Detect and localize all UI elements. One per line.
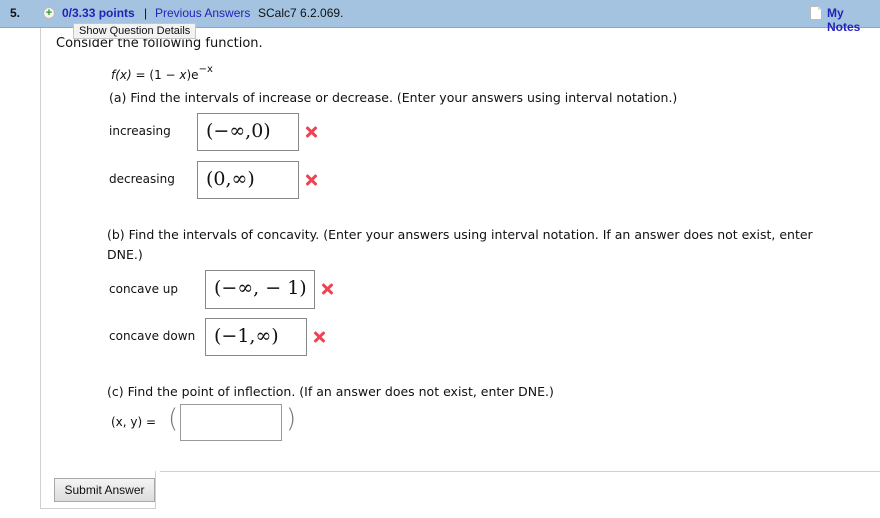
incorrect-x-icon (305, 126, 317, 138)
left-border-divider (40, 28, 41, 508)
inflection-point-input[interactable] (180, 404, 282, 441)
decreasing-label: decreasing (109, 172, 175, 186)
close-paren: ) (286, 404, 297, 434)
open-paren: ( (168, 404, 179, 434)
increasing-answer-input[interactable]: (−∞,0) (197, 113, 299, 151)
concave-down-answer-input[interactable]: (−1,∞) (205, 318, 307, 356)
xy-label: (x, y) = (111, 415, 157, 429)
concave-up-answer-input[interactable]: (−∞, − 1) (205, 270, 315, 309)
part-b-prompt-line2: DNE.) (107, 247, 143, 262)
points-link[interactable]: 0/3.33 points (62, 6, 135, 20)
decreasing-answer-input[interactable]: (0,∞) (197, 161, 299, 199)
function-definition: f(x) = (1 − x)e−x (111, 64, 213, 82)
my-notes-link[interactable]: My Notes (827, 6, 880, 34)
incorrect-x-icon (321, 283, 333, 295)
question-reference: SCalc7 6.2.069. (258, 6, 344, 20)
function-exponent: −x (198, 64, 213, 75)
concave-down-label: concave down (109, 329, 196, 343)
submit-area-bottom-border (40, 508, 156, 509)
incorrect-x-icon (305, 174, 317, 186)
increasing-label: increasing (109, 124, 171, 138)
part-c-prompt: (c) Find the point of inflection. (If an… (107, 384, 554, 399)
submit-answer-button[interactable]: Submit Answer (54, 478, 155, 502)
concave-up-label: concave up (109, 282, 179, 296)
function-close: )e (186, 68, 199, 82)
part-b-prompt-line1: (b) Find the intervals of concavity. (En… (107, 227, 813, 242)
notes-page-icon[interactable] (810, 6, 822, 20)
header-separator: | (144, 6, 148, 20)
incorrect-x-icon (313, 331, 325, 343)
question-number: 5. (10, 6, 21, 20)
part-a-prompt: (a) Find the intervals of increase or de… (109, 90, 678, 105)
function-eq: = (1 − (131, 68, 180, 82)
submit-area-right-border (155, 471, 156, 509)
submit-area-top-border (160, 471, 880, 472)
function-x: x (179, 68, 187, 82)
show-question-details-tooltip: Show Question Details (73, 23, 197, 39)
previous-answers-link[interactable]: Previous Answers (155, 6, 250, 20)
function-lhs: f(x) (111, 68, 132, 82)
expand-plus-icon[interactable]: + (43, 7, 55, 19)
